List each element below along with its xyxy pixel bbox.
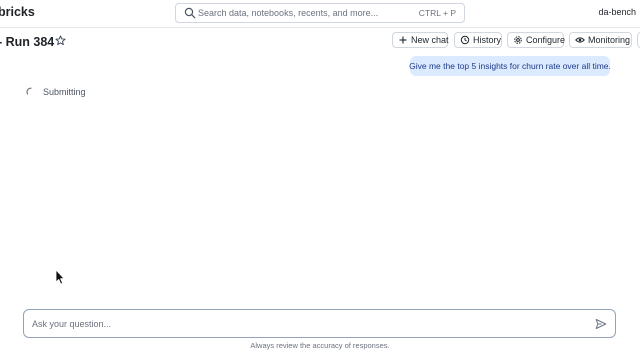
title-bar: - Run 384 New chat History Configure Mon…: [0, 28, 640, 54]
configure-button[interactable]: Configure: [507, 32, 566, 48]
accuracy-disclaimer: Always review the accuracy of responses.: [250, 341, 390, 350]
spinner-icon: [26, 87, 32, 95]
new-chat-label: New chat: [411, 35, 449, 45]
history-button[interactable]: History: [454, 32, 502, 48]
search-icon: [184, 7, 196, 19]
star-icon[interactable]: [55, 35, 66, 46]
monitoring-button[interactable]: Monitoring: [569, 32, 632, 48]
status-label: Submitting: [43, 87, 86, 97]
search-placeholder: Search data, notebooks, recents, and mor…: [198, 8, 379, 18]
global-search[interactable]: Search data, notebooks, recents, and mor…: [175, 3, 465, 23]
new-chat-button[interactable]: New chat: [392, 32, 449, 48]
top-bar: bricks Search data, notebooks, recents, …: [0, 0, 640, 28]
search-shortcut: CTRL + P: [418, 8, 456, 18]
history-label: History: [473, 35, 502, 45]
configure-label: Configure: [526, 35, 566, 45]
plus-icon: [399, 36, 407, 44]
send-icon[interactable]: [595, 318, 607, 330]
history-icon: [460, 35, 470, 45]
brand-logo[interactable]: bricks: [0, 5, 35, 19]
monitoring-label: Monitoring: [588, 35, 631, 45]
page-title: - Run 384: [0, 35, 55, 49]
question-input[interactable]: Ask your question...: [23, 309, 616, 338]
question-placeholder: Ask your question...: [32, 319, 112, 329]
gear-icon: [514, 36, 522, 44]
submitting-status: Submitting: [26, 86, 86, 98]
mouse-pointer-icon: [55, 269, 65, 285]
user-message-bubble: Give me the top 5 insights for churn rat…: [409, 56, 611, 76]
eye-icon: [575, 37, 585, 43]
workspace-user-menu[interactable]: da-bench: [598, 7, 636, 17]
